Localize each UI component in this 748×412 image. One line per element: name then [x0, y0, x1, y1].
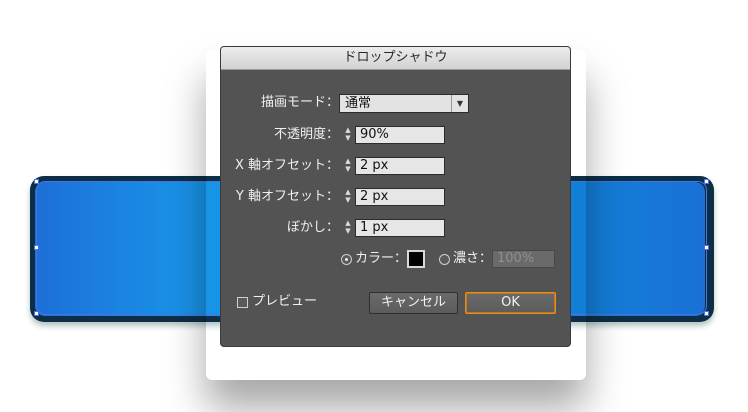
blur-input[interactable]: 1 px — [355, 219, 445, 237]
selection-handle-middle-right[interactable] — [704, 245, 709, 250]
x-offset-stepper-icon[interactable]: ▲ ▼ — [342, 157, 354, 175]
opacity-row: 不透明度： — [221, 125, 339, 145]
opacity-input[interactable]: 90% — [355, 126, 445, 144]
blend-mode-dropdown[interactable]: 通常 ▼ — [339, 94, 469, 113]
blur-label: ぼかし： — [286, 220, 339, 235]
mode-row: 描画モード： — [221, 93, 339, 113]
color-label: カラー： — [355, 251, 408, 266]
darkness-input[interactable]: 100% — [492, 250, 555, 268]
y-offset-label: Y 軸オフセット： — [235, 189, 339, 204]
y-offset-input[interactable]: 2 px — [355, 188, 445, 206]
selection-handle-bottom-right[interactable] — [704, 311, 709, 316]
preview-label[interactable]: プレビュー — [252, 292, 317, 312]
y-offset-stepper-icon[interactable]: ▲ ▼ — [342, 188, 354, 206]
drop-shadow-dialog: ドロップシャドウ 描画モード： 通常 ▼ 不透明度： ▲ ▼ 90% X 軸オフセ… — [220, 46, 571, 347]
blur-stepper-icon[interactable]: ▲ ▼ — [342, 219, 354, 237]
darkness-label: 濃さ： — [453, 251, 493, 266]
selection-handle-middle-left[interactable] — [34, 245, 39, 250]
shadow-color-swatch[interactable] — [407, 250, 425, 268]
dialog-title: ドロップシャドウ — [221, 47, 570, 70]
y-offset-row: Y 軸オフセット： — [221, 187, 339, 207]
selection-handle-top-left[interactable] — [34, 179, 39, 184]
selection-handle-top-right[interactable] — [704, 179, 709, 184]
mode-label: 描画モード： — [260, 95, 339, 110]
cancel-button[interactable]: キャンセル — [369, 292, 458, 314]
preview-checkbox[interactable] — [237, 297, 248, 308]
x-offset-label: X 軸オフセット： — [234, 158, 339, 173]
color-radio[interactable] — [341, 254, 352, 265]
blend-mode-value: 通常 — [345, 96, 372, 111]
chevron-down-icon: ▼ — [451, 95, 468, 112]
darkness-radio[interactable] — [439, 254, 450, 265]
opacity-label: 不透明度： — [273, 127, 339, 142]
x-offset-row: X 軸オフセット： — [221, 156, 339, 176]
x-offset-input[interactable]: 2 px — [355, 157, 445, 175]
blur-row: ぼかし： — [221, 218, 339, 238]
selection-handle-bottom-left[interactable] — [34, 311, 39, 316]
opacity-stepper-icon[interactable]: ▲ ▼ — [342, 126, 354, 144]
ok-button[interactable]: OK — [465, 292, 556, 314]
